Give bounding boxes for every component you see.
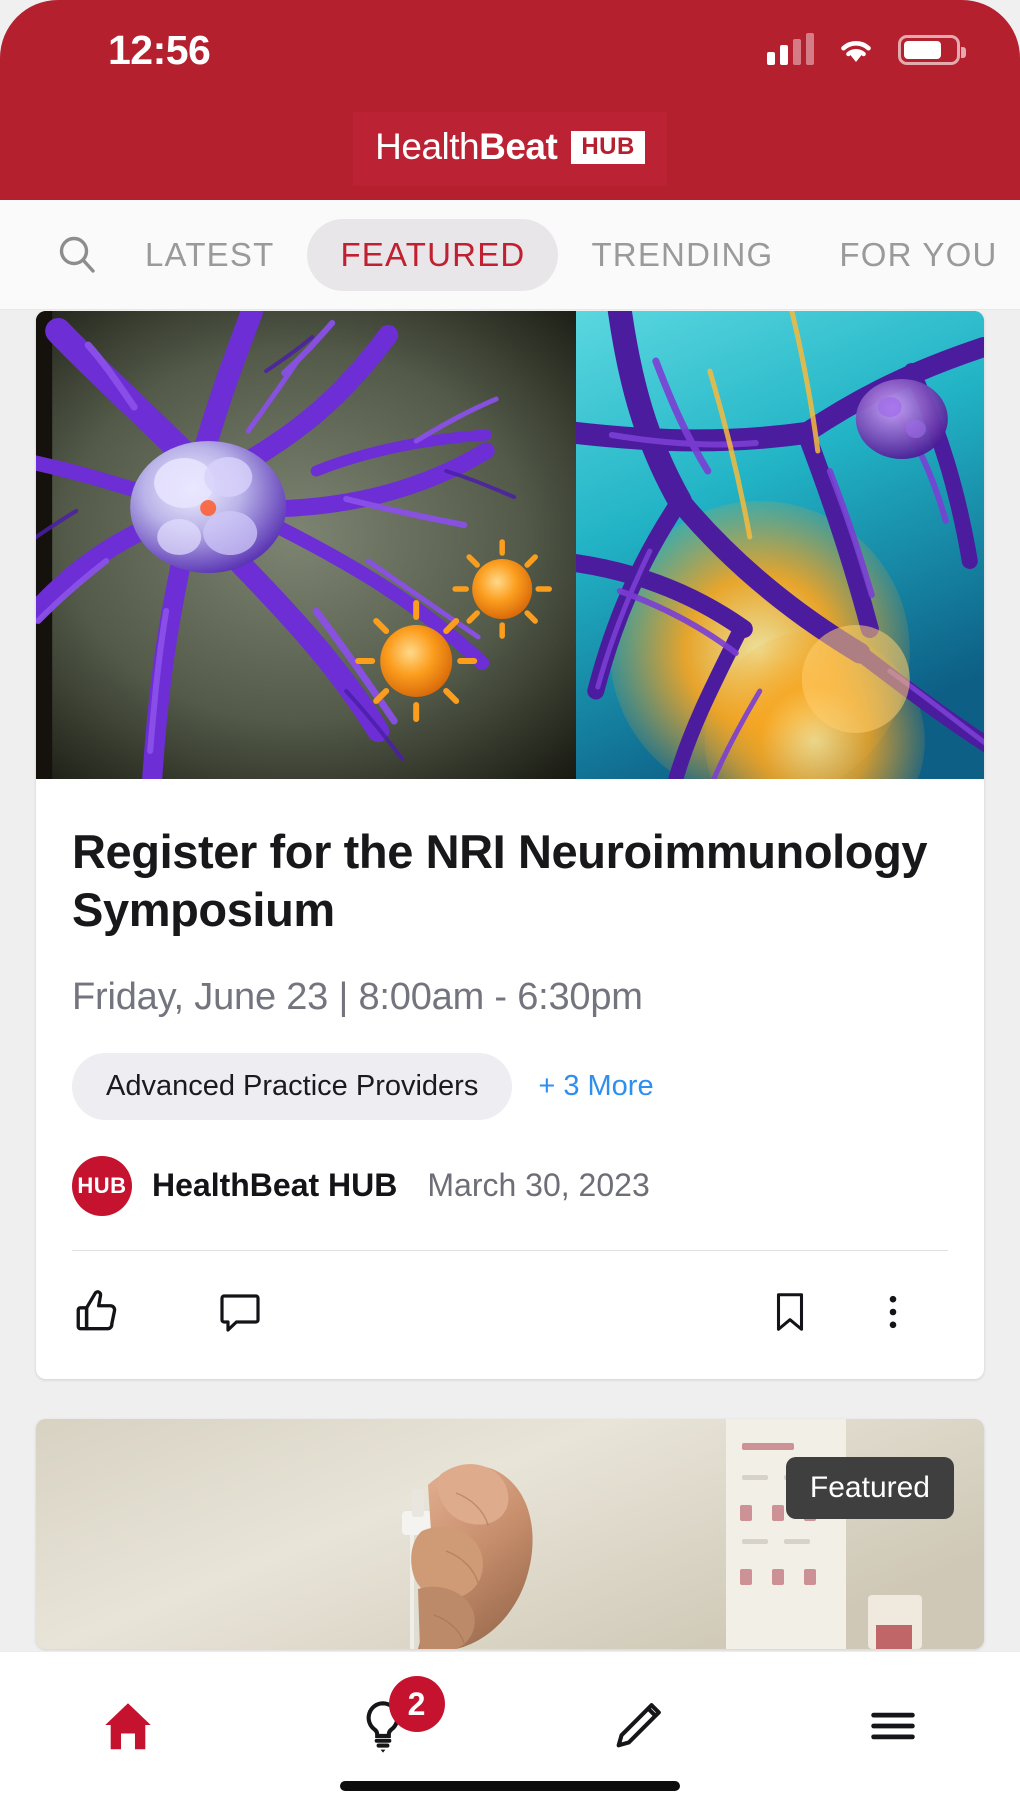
featured-badge: Featured [785,1456,954,1519]
article-card[interactable]: Register for the NRI Neuroimmunology Sym… [36,311,984,1379]
more-vertical-icon[interactable] [838,1281,948,1343]
phone-screen: 12:56 HealthBeat HUB LATEST FEATURED TRE… [0,0,1020,1813]
tab-bar: LATEST FEATURED TRENDING FOR YOU [0,200,1020,310]
nav-home[interactable] [0,1680,255,1772]
article-datetime: Friday, June 23 | 8:00am - 6:30pm [72,975,643,1018]
article-card[interactable]: Featured [36,1418,984,1649]
status-bar-clock: 12:56 [108,26,211,73]
app-header: 12:56 HealthBeat HUB [0,0,1020,200]
bottom-navigation: 2 [0,1651,1020,1813]
article-byline: HUB HealthBeat HUB March 30, 2023 [72,1155,948,1216]
nav-menu[interactable] [765,1680,1020,1772]
notification-badge: 2 [388,1676,445,1732]
more-tags-link[interactable]: + 3 More [538,1070,653,1103]
nav-compose[interactable] [510,1680,765,1772]
article-card-body: Register for the NRI Neuroimmunology Sym… [36,779,984,1379]
status-bar-icons [767,33,966,65]
tab-trending[interactable]: TRENDING [558,219,806,291]
thumbs-up-icon[interactable] [72,1281,168,1343]
comment-icon[interactable] [168,1281,264,1343]
tag-chip[interactable]: Advanced Practice Providers [72,1052,513,1120]
publish-date: March 30, 2023 [427,1167,650,1204]
article-hero-image[interactable] [36,311,984,779]
battery-icon [898,35,966,65]
wifi-icon [836,35,876,65]
bookmark-icon[interactable] [742,1281,838,1343]
app-logo[interactable]: HealthBeat HUB [0,112,1020,186]
article-title[interactable]: Register for the NRI Neuroimmunology Sym… [72,823,948,940]
avatar[interactable]: HUB [72,1155,132,1216]
logo-text-bold: Beat [479,126,558,167]
home-indicator [340,1781,680,1791]
nav-insights[interactable]: 2 [255,1676,510,1772]
tab-latest[interactable]: LATEST [112,219,307,291]
article-feed[interactable]: Register for the NRI Neuroimmunology Sym… [0,311,1020,1651]
cellular-signal-icon [767,33,814,65]
logo-text-light: Health [375,126,480,167]
article-hero-image[interactable]: Featured [36,1418,984,1649]
tab-featured[interactable]: FEATURED [307,218,559,291]
tab-for-you[interactable]: FOR YOU [806,219,1020,291]
author-name[interactable]: HealthBeat HUB [152,1167,397,1204]
search-icon[interactable] [42,220,112,290]
article-tags: Advanced Practice Providers + 3 More [72,1052,948,1120]
logo-hub-badge: HUB [571,130,645,164]
article-actions [72,1251,948,1379]
status-bar: 12:56 [0,0,1020,100]
